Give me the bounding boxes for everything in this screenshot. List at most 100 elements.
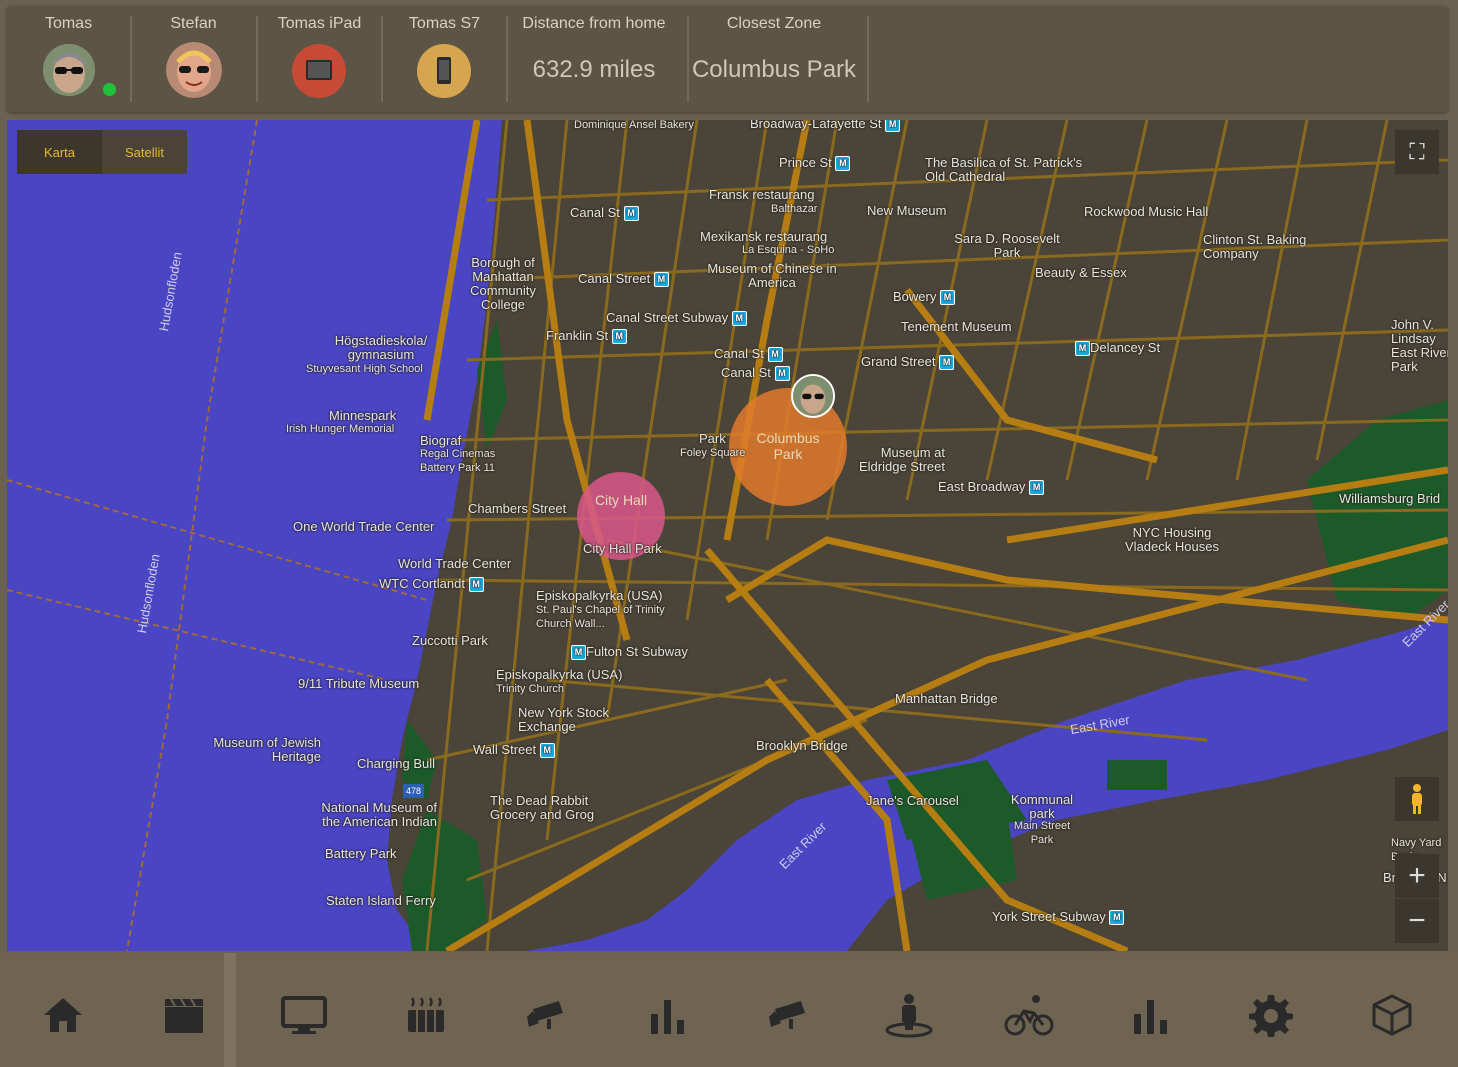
map-label: St. Paul's Chapel of Trinity Church Wall…: [536, 604, 665, 630]
device-tomas-ipad[interactable]: Tomas iPad: [258, 6, 381, 112]
home-status-dot: [103, 83, 116, 96]
zone-name: City Hall: [594, 492, 648, 508]
map-type-toggle: Karta Satellit: [17, 130, 187, 174]
bottom-nav: [0, 953, 1458, 1067]
map-label: Jane's Carousel: [866, 793, 959, 808]
tomas-map-marker[interactable]: [791, 374, 835, 418]
map-label: Grand Street M: [861, 355, 955, 371]
zoom-out-button[interactable]: −: [1395, 899, 1439, 943]
radiator-icon[interactable]: [396, 985, 456, 1045]
map-label: Clinton St. Baking Company: [1203, 232, 1307, 261]
map-label: Mexikansk restaurang: [700, 229, 828, 244]
monitor-icon[interactable]: [274, 985, 334, 1045]
map-label: York Street Subway M: [992, 910, 1125, 926]
map-type-karta-button[interactable]: Karta: [17, 130, 102, 174]
map-label: Park: [699, 431, 726, 446]
clapperboard-icon[interactable]: [154, 985, 214, 1045]
bicycle-icon[interactable]: [999, 985, 1059, 1045]
map-label: Museum of Jewish Heritage: [213, 735, 321, 764]
map-label: Foley Square: [680, 447, 746, 459]
map-label: Museum of Chinese in America: [707, 261, 837, 290]
interstate-shield: 478: [403, 784, 425, 798]
map-label: La Esquina - SoHo: [742, 244, 835, 256]
person-name: Tomas: [44, 15, 93, 32]
map-label: Canal Street M: [578, 272, 669, 288]
avatar: [166, 42, 222, 98]
divider: [867, 16, 869, 102]
zone-label: Closest Zone: [726, 15, 822, 32]
map-label: Canal Street Subway M: [606, 311, 747, 327]
map-label: Episkopalkyrka (USA): [496, 667, 623, 682]
phone-icon: [417, 44, 471, 98]
top-bar: Tomas Stefan Tomas iPad Tomas S7 Distanc…: [7, 6, 1448, 112]
map-label: Tenement Museum: [901, 319, 1012, 334]
security-camera-icon[interactable]: [516, 985, 576, 1045]
map-label: Wall Street M: [473, 743, 555, 759]
map-label: 9/11 Tribute Museum: [298, 676, 420, 691]
home-icon[interactable]: [33, 985, 93, 1045]
closest-zone-tile[interactable]: Closest Zone Columbus Park: [689, 6, 859, 112]
divider: [224, 953, 236, 1067]
map-label: Brooklyn Bridge: [756, 738, 848, 753]
map-label: Broadway-Lafayette St M: [750, 120, 901, 133]
map-label: Regal Cinemas Battery Park 11: [420, 448, 496, 474]
map-label: Minnespark: [329, 408, 397, 423]
map-label: Canal St M: [721, 366, 790, 382]
map-label: Beauty & Essex: [1035, 265, 1127, 280]
map-label: Kommunal park: [1010, 792, 1074, 821]
map-label: Staten Island Ferry: [326, 893, 436, 908]
map-label: Chambers Street: [468, 501, 567, 516]
map-label: Battery Park: [325, 846, 397, 861]
map-label: Bowery M: [893, 290, 955, 306]
street-view-pegman-icon[interactable]: [1395, 777, 1439, 821]
gear-icon[interactable]: [1241, 985, 1301, 1045]
map-label: NYC Housing Vladeck Houses: [1125, 525, 1219, 554]
tablet-icon: [292, 44, 346, 98]
map-label: Prince St M: [779, 156, 851, 172]
device-name: Tomas iPad: [277, 15, 362, 32]
map-type-satellit-button[interactable]: Satellit: [102, 130, 187, 174]
map-label: Högstadieskola/ gymnasium: [334, 333, 428, 362]
map-label: Dominique Ansel Bakery: [574, 120, 694, 131]
person-tomas[interactable]: Tomas: [7, 6, 130, 112]
map[interactable]: Karta Satellit ⛶ City Hall Columbus Park…: [7, 120, 1448, 951]
cube-icon[interactable]: [1362, 985, 1422, 1045]
map-label: New York Stock Exchange: [518, 705, 610, 734]
fullscreen-icon[interactable]: ⛶: [1395, 130, 1439, 174]
map-label: World Trade Center: [398, 556, 512, 571]
map-label: M Fulton St Subway: [571, 645, 688, 661]
person-location-icon[interactable]: [879, 985, 939, 1045]
security-camera-icon[interactable]: [758, 985, 818, 1045]
zone-name: Columbus Park: [756, 430, 820, 462]
map-label: Williamsburg Brid: [1339, 491, 1441, 506]
device-tomas-s7[interactable]: Tomas S7: [383, 6, 506, 112]
map-label: Biograf: [420, 433, 462, 448]
map-label: Fransk restaurang: [709, 187, 815, 202]
map-label: Irish Hunger Memorial: [286, 423, 395, 435]
map-label: Main Street Park: [1013, 820, 1071, 846]
zone-value: Columbus Park: [691, 56, 857, 83]
map-label: Trinity Church: [496, 683, 565, 695]
map-label: Stuyvesant High School: [306, 363, 423, 375]
map-label: Sara D. Roosevelt Park: [954, 231, 1060, 260]
bar-chart-icon[interactable]: [637, 985, 697, 1045]
map-label: Episkopalkyrka (USA): [536, 588, 663, 603]
map-label: Canal St M: [570, 206, 639, 222]
map-label: The Dead Rabbit Grocery and Grog: [490, 793, 595, 822]
avatar: [43, 44, 95, 96]
map-label: Canal St M: [714, 347, 783, 363]
map-label: John V. Lindsay East River Park: [1391, 317, 1448, 374]
map-label: Rockwood Music Hall: [1084, 204, 1209, 219]
map-label: East Broadway M: [938, 480, 1045, 496]
zoom-in-button[interactable]: +: [1395, 854, 1439, 898]
distance-tile[interactable]: Distance from home 632.9 miles: [508, 6, 680, 112]
map-label: City Hall Park: [583, 541, 662, 556]
bar-chart-icon[interactable]: [1120, 985, 1180, 1045]
map-label: Zuccotti Park: [412, 633, 488, 648]
map-label: The Basilica of St. Patrick's Old Cathed…: [925, 155, 1083, 184]
map-label: One World Trade Center: [293, 519, 435, 534]
map-label: National Museum of the American Indian: [321, 800, 437, 829]
person-stefan[interactable]: Stefan: [132, 6, 255, 112]
map-label: Charging Bull: [357, 756, 436, 771]
map-label: WTC Cortlandt M: [379, 577, 484, 593]
